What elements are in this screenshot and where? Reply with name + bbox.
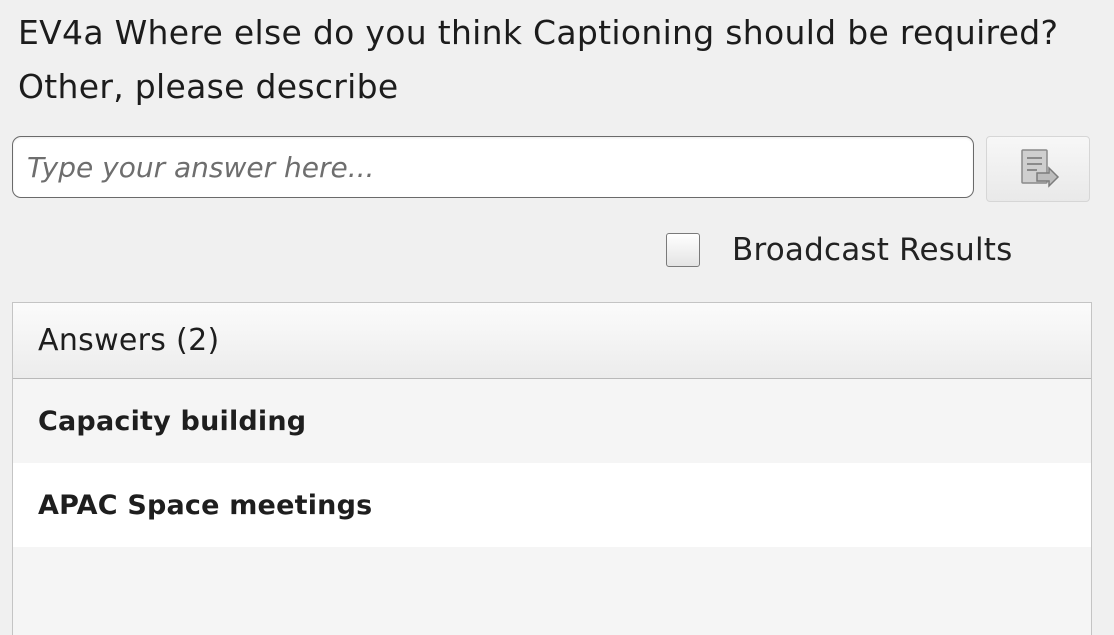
poll-pod: EV4a Where else do you think Captioning … — [0, 0, 1114, 635]
broadcast-results-label: Broadcast Results — [732, 232, 1013, 268]
answer-entry-row — [12, 136, 1092, 202]
list-item[interactable]: Capacity building — [13, 379, 1091, 463]
answers-list: Answers (2) Capacity building APAC Space… — [12, 302, 1092, 635]
submit-answer-icon — [1013, 145, 1063, 193]
submit-answer-button[interactable] — [986, 136, 1090, 202]
broadcast-results-checkbox[interactable] — [666, 233, 700, 267]
question-text: EV4a Where else do you think Captioning … — [18, 13, 1059, 106]
list-item[interactable]: APAC Space meetings — [13, 463, 1091, 547]
broadcast-results-option: Broadcast Results — [666, 230, 1013, 270]
answers-header: Answers (2) — [13, 303, 1091, 379]
answer-input[interactable] — [12, 136, 974, 198]
